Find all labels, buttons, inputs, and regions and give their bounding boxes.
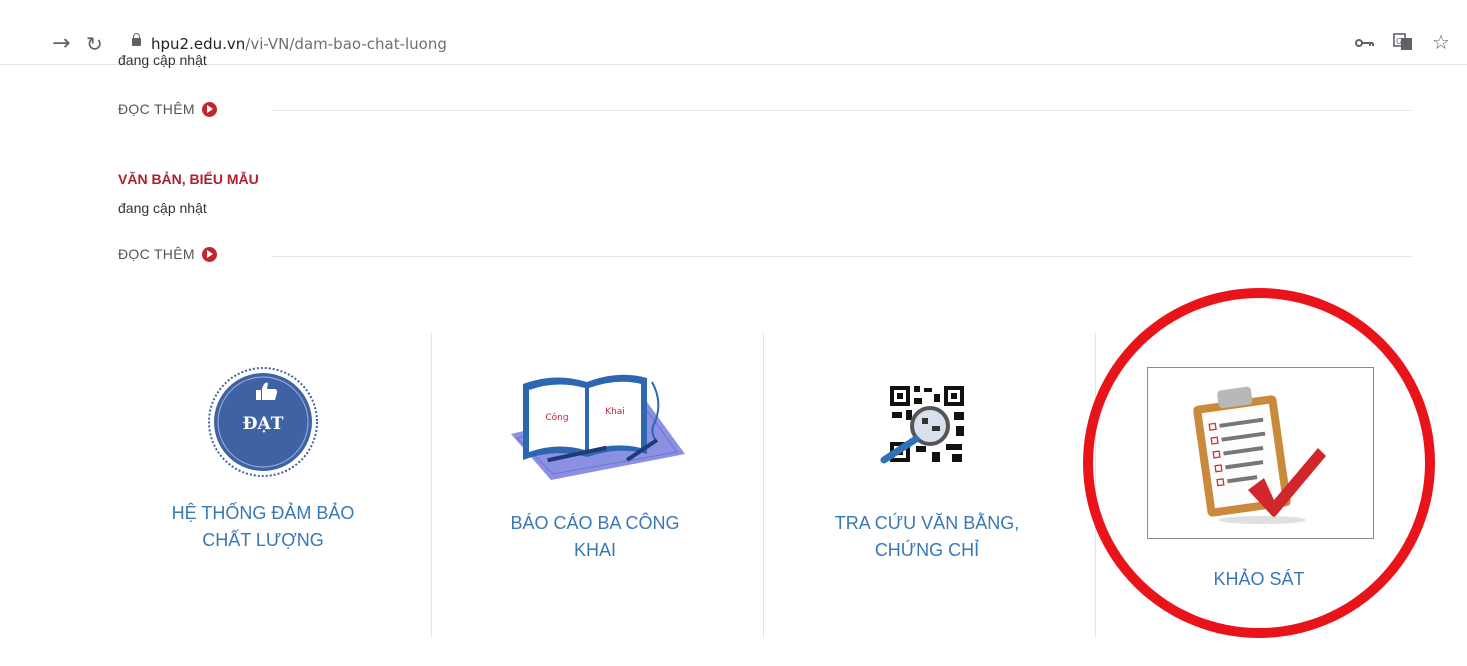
- read-more-link-1[interactable]: ĐỌC THÊM: [118, 101, 217, 117]
- badge-text: ĐẠT: [243, 414, 284, 434]
- lock-icon[interactable]: [132, 33, 141, 46]
- key-icon[interactable]: [1355, 38, 1375, 48]
- column-divider: [763, 332, 764, 638]
- url-path: /vi-VN/dam-bao-chat-luong: [245, 35, 447, 53]
- forward-arrow-icon[interactable]: →: [52, 33, 70, 55]
- card-survey-label[interactable]: KHẢO SÁT: [1128, 566, 1390, 593]
- address-bar[interactable]: hpu2.edu.vn/vi-VN/dam-bao-chat-luong: [118, 30, 1464, 60]
- book-text-left: Công: [545, 412, 568, 423]
- book-text-right: Khai: [605, 407, 625, 417]
- column-divider: [431, 332, 432, 638]
- label-line-1: TRA CỨU VĂN BẰNG,: [834, 513, 1020, 533]
- card-quality-assurance-label[interactable]: HỆ THỐNG ĐẢM BẢO CHẤT LƯỢNG: [132, 500, 394, 554]
- read-more-link-2[interactable]: ĐỌC THÊM: [118, 246, 217, 262]
- browser-toolbar: → ↻ hpu2.edu.vn/vi-VN/dam-bao-chat-luong…: [0, 0, 1467, 65]
- section-title[interactable]: VĂN BẢN, BIỂU MẪU: [118, 171, 259, 187]
- star-icon[interactable]: ☆: [1432, 30, 1450, 54]
- quality-badge-icon: ĐẠT: [208, 367, 318, 477]
- translate-icon[interactable]: G: [1393, 33, 1413, 51]
- label-line-1: HỆ THỐNG ĐẢM BẢO: [171, 503, 355, 523]
- qr-magnifier-icon: [880, 384, 966, 464]
- reload-icon[interactable]: ↻: [86, 33, 103, 55]
- card-three-public-reports-label[interactable]: BÁO CÁO BA CÔNG KHAI: [464, 510, 726, 564]
- section-description: đang cập nhật: [118, 200, 207, 216]
- label-line-1: BÁO CÁO BA CÔNG: [510, 513, 680, 533]
- label-line-1: KHẢO SÁT: [1213, 569, 1305, 589]
- url-host: hpu2.edu.vn: [151, 35, 246, 53]
- card-certificate-lookup-label[interactable]: TRA CỨU VĂN BẰNG, CHỨNG CHỈ: [796, 510, 1058, 564]
- survey-image-frame[interactable]: [1147, 367, 1374, 539]
- svg-text:G: G: [1396, 37, 1402, 46]
- read-more-label: ĐỌC THÊM: [118, 246, 195, 262]
- url-text[interactable]: hpu2.edu.vn/vi-VN/dam-bao-chat-luong: [151, 35, 447, 53]
- divider: [271, 256, 1411, 257]
- column-divider: [1095, 332, 1096, 638]
- label-line-2: CHỨNG CHỈ: [874, 540, 980, 560]
- read-more-label: ĐỌC THÊM: [118, 101, 195, 117]
- play-circle-icon: [201, 101, 217, 117]
- open-book-icon: Công Khai: [511, 374, 685, 480]
- divider: [271, 110, 1411, 111]
- clipped-status-text: đang cập nhật: [118, 52, 207, 68]
- play-circle-icon: [201, 246, 217, 262]
- label-line-2: KHAI: [573, 540, 616, 560]
- label-line-2: CHẤT LƯỢNG: [202, 530, 324, 550]
- survey-clipboard-icon: [1193, 386, 1326, 524]
